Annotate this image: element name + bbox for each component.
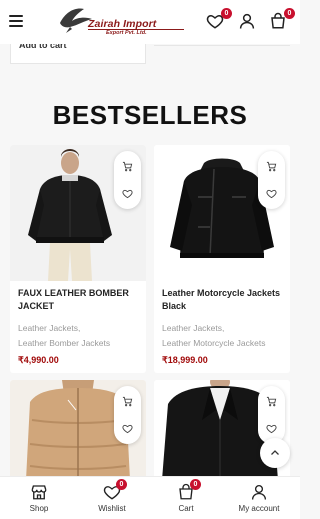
heart-icon: [122, 189, 133, 199]
cart-count-badge: 0: [190, 479, 201, 490]
heart-icon: [266, 424, 277, 434]
category-link[interactable]: Leather Bomber Jackets: [18, 336, 140, 351]
product-quick-actions: [114, 151, 141, 209]
site-header: Zairah Import Export Pvt. Ltd. 0 0: [0, 0, 300, 44]
wishlist-count-badge: 0: [116, 479, 127, 490]
product-info: Leather Motorcycle Jackets Black Leather…: [162, 287, 284, 366]
product-title[interactable]: FAUX LEATHER BOMBER JACKET: [18, 287, 140, 315]
product-info: FAUX LEATHER BOMBER JACKET Leather Jacke…: [18, 287, 140, 366]
category-link[interactable]: Leather Motorcycle Jackets: [162, 336, 284, 351]
heart-icon: [122, 424, 133, 434]
account-header-button[interactable]: [238, 12, 258, 32]
category-link[interactable]: Leather Jackets,: [162, 321, 284, 336]
category-link[interactable]: Leather Jackets,: [18, 321, 140, 336]
chevron-up-icon: [271, 450, 279, 455]
bottom-navigation: Shop 0 Wishlist 0 Cart My account: [0, 476, 300, 519]
wishlist-header-button[interactable]: 0: [206, 8, 232, 32]
user-icon: [239, 13, 255, 29]
nav-cart[interactable]: 0 Cart: [151, 479, 221, 513]
add-to-wishlist-button[interactable]: [258, 180, 285, 207]
product-categories: Leather Jackets, Leather Motorcycle Jack…: [162, 321, 284, 351]
site-logo[interactable]: Zairah Import Export Pvt. Ltd.: [56, 3, 196, 41]
nav-wishlist-label: Wishlist: [98, 504, 126, 513]
product-price: ₹4,990.00: [18, 355, 59, 365]
product-quick-actions: [114, 386, 141, 444]
user-icon: [251, 484, 267, 500]
cart-count-badge: 0: [284, 8, 295, 19]
section-title: BESTSELLERS: [52, 100, 248, 130]
product-categories: Leather Jackets, Leather Bomber Jackets: [18, 321, 140, 351]
nav-account-label: My account: [238, 504, 280, 513]
nav-wishlist[interactable]: 0 Wishlist: [77, 479, 147, 513]
scroll-to-top-button[interactable]: [260, 438, 290, 468]
wishlist-count-badge: 0: [221, 8, 232, 19]
nav-cart-label: Cart: [178, 504, 194, 513]
page: Zairah Import Export Pvt. Ltd. 0 0 Add t…: [0, 0, 300, 519]
add-to-wishlist-button[interactable]: [114, 180, 141, 207]
hamburger-icon-line: [9, 20, 23, 22]
heart-icon: [266, 189, 277, 199]
nav-my-account[interactable]: My account: [224, 483, 294, 513]
nav-shop[interactable]: Shop: [4, 483, 74, 513]
add-to-wishlist-button[interactable]: [114, 415, 141, 442]
previous-products-remnant: Add to cart: [0, 40, 300, 66]
menu-button[interactable]: [9, 15, 23, 27]
add-to-cart-button[interactable]: [258, 153, 285, 180]
cart-header-button[interactable]: 0: [269, 8, 295, 32]
store-icon: [31, 485, 47, 500]
previous-card-bottom: Add to cart: [10, 40, 146, 64]
hamburger-icon-line: [9, 25, 23, 27]
add-to-cart-button[interactable]: [114, 388, 141, 415]
add-to-cart-button[interactable]: [114, 153, 141, 180]
cart-icon: [122, 396, 133, 407]
product-price: ₹18,999.00: [162, 355, 208, 365]
previous-card-bottom: [154, 44, 290, 46]
cart-icon: [266, 161, 277, 172]
cart-icon: [122, 161, 133, 172]
product-quick-actions: [258, 386, 285, 444]
nav-shop-label: Shop: [29, 504, 49, 513]
product-card[interactable]: FAUX LEATHER BOMBER JACKET Leather Jacke…: [10, 145, 146, 373]
product-quick-actions: [258, 151, 285, 209]
product-card[interactable]: Leather Motorcycle Jackets Black Leather…: [154, 145, 290, 373]
hamburger-icon-line: [9, 15, 23, 17]
cart-icon: [266, 396, 277, 407]
add-to-cart-button[interactable]: [258, 388, 285, 415]
product-title[interactable]: Leather Motorcycle Jackets Black: [162, 287, 284, 315]
logo-subtitle: Export Pvt. Ltd.: [106, 30, 147, 36]
product-card[interactable]: [10, 380, 146, 480]
